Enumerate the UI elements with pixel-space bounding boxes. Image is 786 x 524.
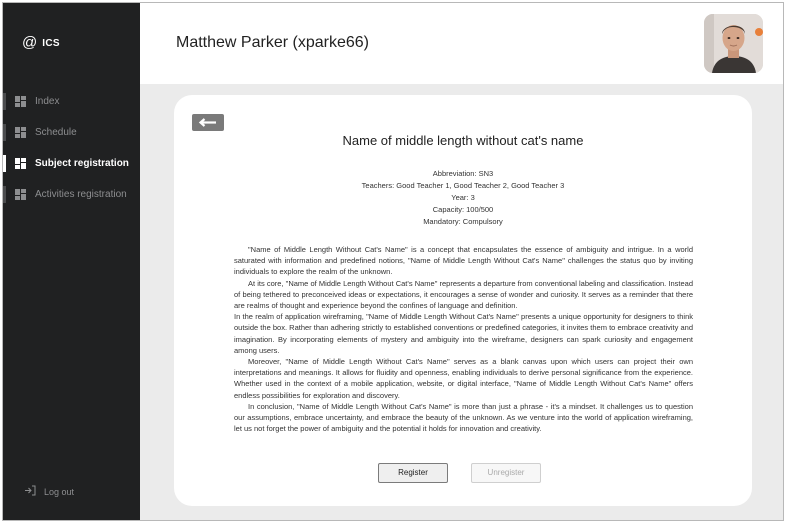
user-name: Matthew Parker (xparke66): [176, 34, 369, 51]
nav-indicator: [3, 124, 6, 141]
subject-meta: Abbreviation: SN3 Teachers: Good Teacher…: [174, 168, 752, 228]
dashboard-icon: [15, 96, 26, 107]
sidebar-item-label: Subject registration: [35, 158, 129, 169]
arrow-left-icon: [198, 118, 216, 127]
description-paragraph: In the realm of application wireframing,…: [234, 312, 693, 355]
description-paragraph: At its core, "Name of Middle Length With…: [234, 278, 693, 311]
avatar[interactable]: [704, 14, 763, 73]
back-button[interactable]: [192, 114, 224, 131]
subject-mandatory: Mandatory: Compulsory: [423, 217, 503, 226]
header: Matthew Parker (xparke66): [140, 3, 783, 84]
nav-indicator: [3, 155, 6, 172]
register-button[interactable]: Register: [378, 463, 448, 483]
app-window: @ ICS Index Schedule Subject registratio…: [2, 2, 784, 521]
sidebar-item-schedule[interactable]: Schedule: [3, 117, 140, 148]
sidebar-item-activities-registration[interactable]: Activities registration: [3, 179, 140, 210]
description-paragraph: "Name of Middle Length Without Cat's Nam…: [234, 245, 693, 277]
subject-title: Name of middle length without cat's name: [342, 133, 584, 148]
description-paragraph: Moreover, "Name of Middle Length Without…: [234, 357, 693, 400]
description-paragraph: In conclusion, "Name of Middle Length Wi…: [234, 401, 693, 434]
sidebar-item-label: Index: [35, 96, 60, 107]
dashboard-icon: [15, 189, 26, 200]
sidebar-nav: Index Schedule Subject registration Acti…: [3, 86, 140, 210]
subject-abbreviation: Abbreviation: SN3: [432, 169, 494, 178]
sidebar-item-index[interactable]: Index: [3, 86, 140, 117]
subject-detail-card: Name of middle length without cat's name…: [174, 95, 752, 506]
sidebar-item-label: Schedule: [35, 127, 77, 138]
subject-description: "Name of Middle Length Without Cat's Nam…: [234, 244, 693, 434]
dashboard-icon: [15, 158, 26, 169]
at-icon: @: [22, 34, 38, 51]
sidebar-item-label: Activities registration: [35, 189, 127, 200]
sidebar: @ ICS Index Schedule Subject registratio…: [3, 3, 140, 520]
unregister-button[interactable]: Unregister: [471, 463, 541, 483]
logout-icon: [24, 483, 36, 501]
subject-teachers: Teachers: Good Teacher 1, Good Teacher 2…: [361, 181, 565, 190]
logout-button[interactable]: Log out: [24, 483, 74, 501]
subject-capacity: Capacity: 100/500: [432, 205, 494, 214]
sidebar-item-subject-registration[interactable]: Subject registration: [3, 148, 140, 179]
dashboard-icon: [15, 127, 26, 138]
subject-year: Year: 3: [451, 193, 475, 202]
nav-indicator: [3, 186, 6, 203]
nav-indicator: [3, 93, 6, 110]
logo[interactable]: @ ICS: [22, 35, 60, 51]
logout-label: Log out: [44, 487, 75, 497]
logo-text: ICS: [42, 37, 60, 49]
